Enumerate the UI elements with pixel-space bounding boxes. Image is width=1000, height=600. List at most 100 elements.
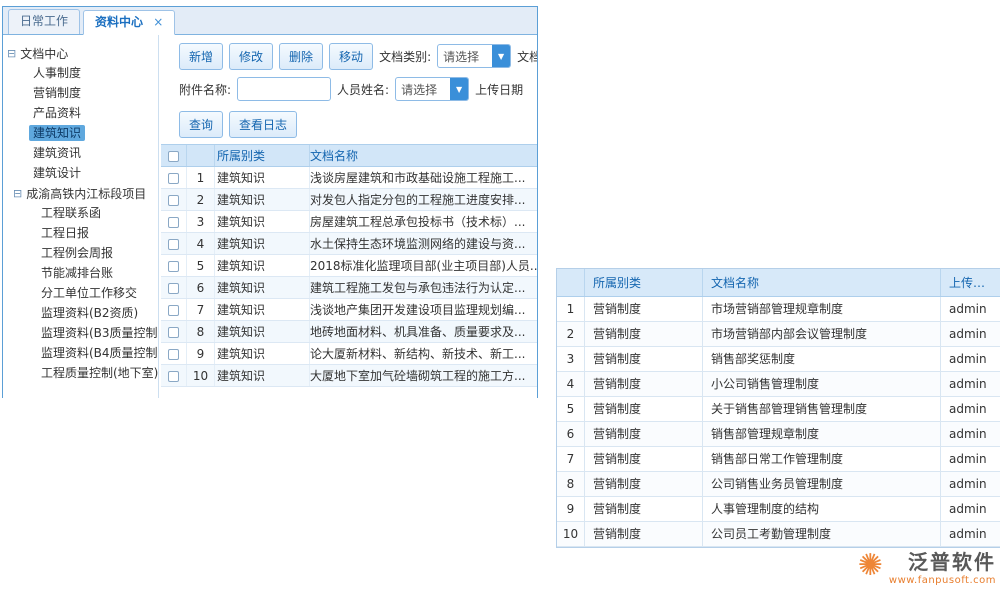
tab-daily-work[interactable]: 日常工作 xyxy=(8,9,80,34)
row-category: 建筑知识 xyxy=(215,321,310,342)
row-checkbox[interactable] xyxy=(168,305,179,316)
table-row[interactable]: 4 建筑知识 水土保持生态环境监测网络的建设与资... xyxy=(161,233,537,255)
delete-button[interactable]: 删除 xyxy=(279,43,323,70)
row-doc-name[interactable]: 房屋建筑工程总承包投标书（技术标）... xyxy=(310,211,537,232)
tree-item[interactable]: 建筑设计 xyxy=(3,163,158,183)
row-doc-name[interactable]: 市场营销部管理规章制度 xyxy=(703,297,941,321)
row-doc-name[interactable]: 市场营销部内部会议管理制度 xyxy=(703,322,941,346)
tree-item-label: 建筑资讯 xyxy=(29,145,85,161)
row-doc-name[interactable]: 建筑工程施工发包与承包违法行为认定... xyxy=(310,277,537,298)
tree-item[interactable]: 营销制度 xyxy=(3,83,158,103)
row-number: 9 xyxy=(557,497,585,521)
row-doc-name[interactable]: 大厦地下室加气砼墙砌筑工程的施工方... xyxy=(310,365,537,386)
row-doc-name[interactable]: 公司员工考勤管理制度 xyxy=(703,522,941,546)
row-checkbox[interactable] xyxy=(168,173,179,184)
table-row[interactable]: 1 营销制度 市场营销部管理规章制度 admin xyxy=(557,297,1000,322)
row-doc-name[interactable]: 论大厦新材料、新结构、新技术、新工... xyxy=(310,343,537,364)
doc-type-select[interactable]: 请选择 ▼ xyxy=(437,44,511,68)
table-row[interactable]: 5 营销制度 关于销售部管理销售管理制度 admin xyxy=(557,397,1000,422)
row-number: 10 xyxy=(557,522,585,546)
tree-item[interactable]: 监理资料(B4质量控制) xyxy=(3,343,158,363)
main-content: 新增 修改 删除 移动 文档类别: 请选择 ▼ 文档 附件名称: 人员姓名: 请… xyxy=(159,35,537,398)
checkbox-cell xyxy=(161,167,187,188)
row-doc-name[interactable]: 水土保持生态环境监测网络的建设与资... xyxy=(310,233,537,254)
tree-item[interactable]: 工程例会周报 xyxy=(3,243,158,263)
collapse-icon[interactable]: ⊟ xyxy=(7,48,16,59)
row-doc-name[interactable]: 浅谈地产集团开发建设项目监理规划编... xyxy=(310,299,537,320)
attachment-name-input[interactable] xyxy=(237,77,331,101)
move-button[interactable]: 移动 xyxy=(329,43,373,70)
tree-item-selected[interactable]: 建筑知识 xyxy=(3,123,158,143)
table-row[interactable]: 8 营销制度 公司销售业务员管理制度 admin xyxy=(557,472,1000,497)
tree-item[interactable]: 分工单位工作移交 xyxy=(3,283,158,303)
tree-item[interactable]: 监理资料(B2资质) xyxy=(3,303,158,323)
select-all-checkbox[interactable] xyxy=(168,151,179,162)
modify-button[interactable]: 修改 xyxy=(229,43,273,70)
row-checkbox[interactable] xyxy=(168,327,179,338)
row-checkbox[interactable] xyxy=(168,371,179,382)
row-checkbox[interactable] xyxy=(168,217,179,228)
table-row[interactable]: 1 建筑知识 浅谈房屋建筑和市政基础设施工程施工... xyxy=(161,167,537,189)
upload-date-label: 上传日期 xyxy=(475,81,523,98)
tree-root-project[interactable]: ⊟ 成渝高铁内江标段项目 xyxy=(3,183,158,203)
row-doc-name[interactable]: 浅谈房屋建筑和市政基础设施工程施工... xyxy=(310,167,537,188)
tree-item[interactable]: 工程联系函 xyxy=(3,203,158,223)
document-tree: ⊟ 文档中心 人事制度 营销制度 产品资料 建筑知识 建筑资讯 建筑设计 ⊟ 成… xyxy=(3,35,159,398)
table-row[interactable]: 6 建筑知识 建筑工程施工发包与承包违法行为认定... xyxy=(161,277,537,299)
doc-name-label-clipped: 文档 xyxy=(517,48,537,65)
row-doc-name[interactable]: 关于销售部管理销售管理制度 xyxy=(703,397,941,421)
table-row[interactable]: 9 建筑知识 论大厦新材料、新结构、新技术、新工... xyxy=(161,343,537,365)
view-log-button[interactable]: 查看日志 xyxy=(229,111,297,138)
table-row[interactable]: 10 建筑知识 大厦地下室加气砼墙砌筑工程的施工方... xyxy=(161,365,537,387)
logo-url: www.fanpusoft.com xyxy=(889,575,996,586)
close-icon[interactable]: × xyxy=(153,15,163,29)
query-button[interactable]: 查询 xyxy=(179,111,223,138)
table-row[interactable]: 9 营销制度 人事管理制度的结构 admin xyxy=(557,497,1000,522)
category-column-header: 所属别类 xyxy=(585,269,703,296)
tree-item[interactable]: 工程质量控制(地下室) xyxy=(3,363,158,383)
row-doc-name[interactable]: 销售部管理规章制度 xyxy=(703,422,941,446)
chevron-down-icon: ▼ xyxy=(450,78,468,100)
tree-item-label: 建筑知识 xyxy=(29,125,85,141)
row-checkbox[interactable] xyxy=(168,195,179,206)
row-doc-name[interactable]: 2018标准化监理项目部(业主项目部)人员... xyxy=(310,255,537,276)
row-checkbox[interactable] xyxy=(168,349,179,360)
tree-item-label: 建筑设计 xyxy=(29,165,85,181)
logo-text-block: 泛普软件 www.fanpusoft.com xyxy=(889,546,996,586)
attachment-name-label: 附件名称: xyxy=(179,81,231,98)
tab-data-center[interactable]: 资料中心 × xyxy=(83,10,175,35)
table-row[interactable]: 7 建筑知识 浅谈地产集团开发建设项目监理规划编... xyxy=(161,299,537,321)
row-checkbox[interactable] xyxy=(168,283,179,294)
table-row[interactable]: 5 建筑知识 2018标准化监理项目部(业主项目部)人员... xyxy=(161,255,537,277)
add-button[interactable]: 新增 xyxy=(179,43,223,70)
row-checkbox[interactable] xyxy=(168,239,179,250)
row-number: 6 xyxy=(187,277,215,298)
row-doc-name[interactable]: 销售部日常工作管理制度 xyxy=(703,447,941,471)
tree-item[interactable]: 建筑资讯 xyxy=(3,143,158,163)
table-row[interactable]: 4 营销制度 小公司销售管理制度 admin xyxy=(557,372,1000,397)
tree-item[interactable]: 产品资料 xyxy=(3,103,158,123)
table-row[interactable]: 7 营销制度 销售部日常工作管理制度 admin xyxy=(557,447,1000,472)
row-doc-name[interactable]: 销售部奖惩制度 xyxy=(703,347,941,371)
person-select[interactable]: 请选择 ▼ xyxy=(395,77,469,101)
table-row[interactable]: 3 营销制度 销售部奖惩制度 admin xyxy=(557,347,1000,372)
row-doc-name[interactable]: 地砖地面材料、机具准备、质量要求及... xyxy=(310,321,537,342)
tree-item[interactable]: 人事制度 xyxy=(3,63,158,83)
row-doc-name[interactable]: 公司销售业务员管理制度 xyxy=(703,472,941,496)
tree-item[interactable]: 工程日报 xyxy=(3,223,158,243)
table-row[interactable]: 8 建筑知识 地砖地面材料、机具准备、质量要求及... xyxy=(161,321,537,343)
tree-item[interactable]: 节能减排台账 xyxy=(3,263,158,283)
table-row[interactable]: 2 建筑知识 对发包人指定分包的工程施工进度安排... xyxy=(161,189,537,211)
collapse-icon[interactable]: ⊟ xyxy=(13,188,22,199)
row-checkbox[interactable] xyxy=(168,261,179,272)
row-doc-name[interactable]: 人事管理制度的结构 xyxy=(703,497,941,521)
row-doc-name[interactable]: 对发包人指定分包的工程施工进度安排... xyxy=(310,189,537,210)
table-row[interactable]: 3 建筑知识 房屋建筑工程总承包投标书（技术标）... xyxy=(161,211,537,233)
tree-item[interactable]: 监理资料(B3质量控制) xyxy=(3,323,158,343)
table-row[interactable]: 10 营销制度 公司员工考勤管理制度 admin xyxy=(557,522,1000,547)
table-row[interactable]: 6 营销制度 销售部管理规章制度 admin xyxy=(557,422,1000,447)
row-doc-name[interactable]: 小公司销售管理制度 xyxy=(703,372,941,396)
tab-bar: 日常工作 资料中心 × xyxy=(3,7,537,35)
table-row[interactable]: 2 营销制度 市场营销部内部会议管理制度 admin xyxy=(557,322,1000,347)
tree-root-document-center[interactable]: ⊟ 文档中心 xyxy=(3,43,158,63)
